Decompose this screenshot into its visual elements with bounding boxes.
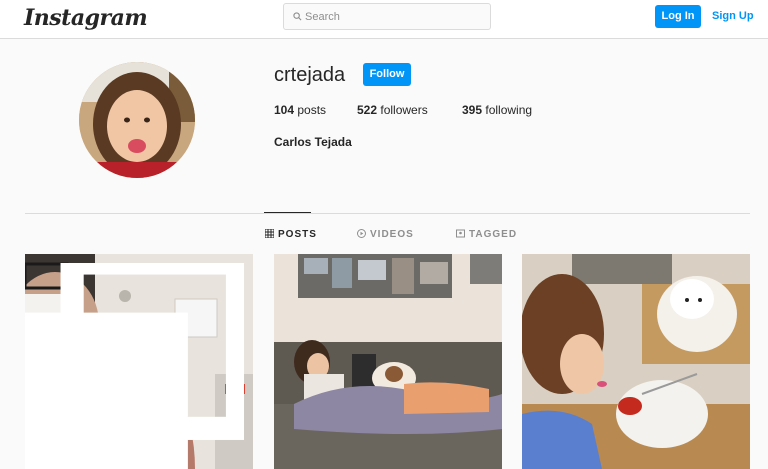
tab-tagged[interactable]: TAGGED [456,229,517,241]
search-input[interactable] [305,8,485,26]
search-icon [293,12,302,21]
tab-tagged-label: TAGGED [469,229,518,240]
followers-stat[interactable]: 522 followers [357,103,428,117]
follow-button[interactable]: Follow [363,63,411,86]
tabs-divider [25,213,750,214]
play-icon [357,229,366,238]
post-photo-3 [522,254,750,469]
following-label: following [485,103,533,117]
profile-username: crtejada [274,64,346,86]
post-photo-2 [274,254,502,469]
login-button[interactable]: Log In [655,5,701,28]
grid-icon [265,229,274,238]
posts-stat: 104 posts [274,103,326,117]
posts-count: 104 [274,103,295,117]
following-count: 395 [462,103,483,117]
profile-avatar [79,62,195,178]
tab-videos[interactable]: VIDEOS [357,229,414,241]
active-tab-indicator [264,212,311,213]
profile-full-name: Carlos Tejada [274,135,352,149]
tab-videos-label: VIDEOS [370,229,414,240]
instagram-logo[interactable]: Instagram [24,5,148,31]
avatar-photo [79,62,195,178]
tab-posts-label: POSTS [278,229,317,240]
top-nav-bar: Instagram Log In Sign Up [0,0,768,39]
search-box[interactable] [283,3,491,30]
tag-icon [456,229,465,238]
followers-label: followers [380,103,428,117]
tab-posts[interactable]: POSTS [265,229,317,241]
posts-label: posts [297,103,327,117]
followers-count: 522 [357,103,378,117]
post-thumbnail-1[interactable] [25,254,253,469]
following-stat[interactable]: 395 following [462,103,532,117]
signup-link[interactable]: Sign Up [712,10,754,22]
multiple-photos-icon [25,263,244,469]
post-thumbnail-3[interactable] [522,254,750,469]
post-thumbnail-2[interactable] [274,254,502,469]
